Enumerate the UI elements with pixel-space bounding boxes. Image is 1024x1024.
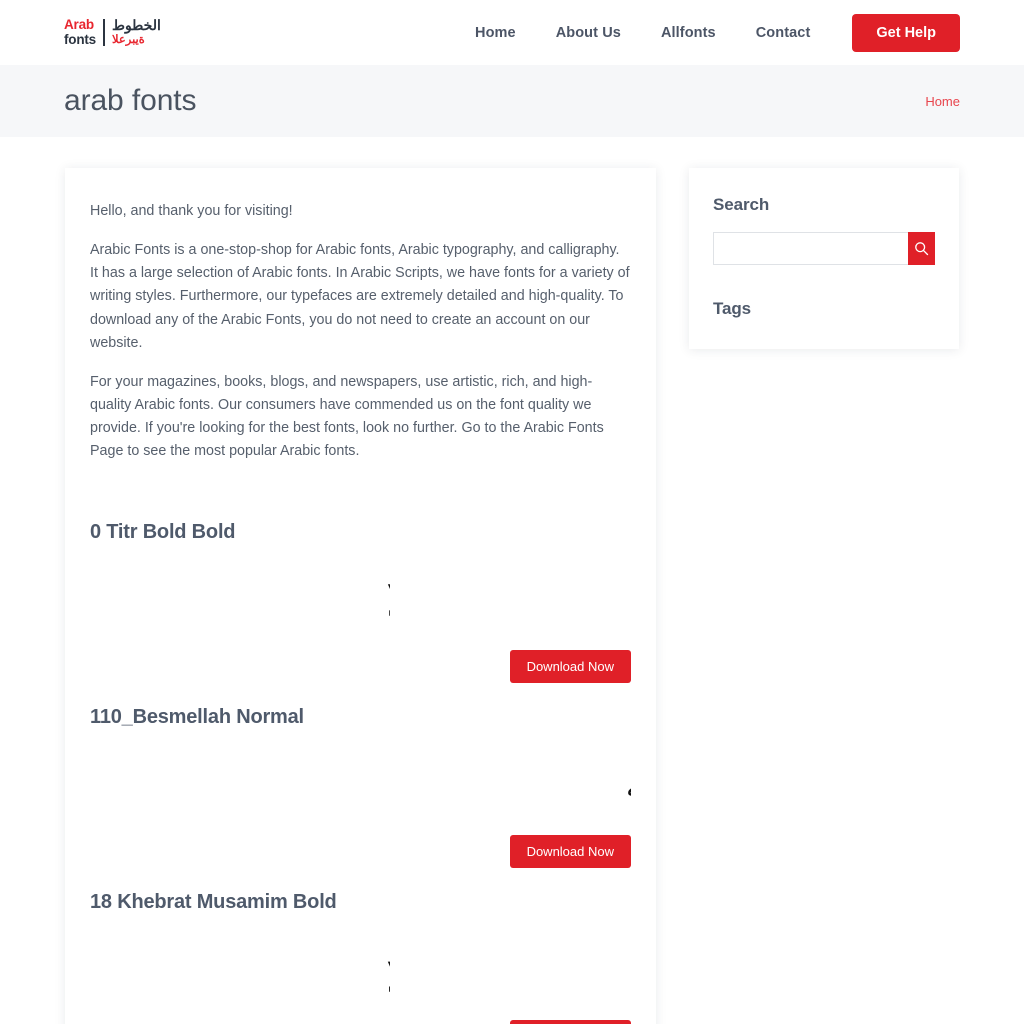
intro-paragraph-1: Arabic Fonts is a one-stop-shop for Arab… — [90, 242, 630, 351]
download-now-button[interactable]: Download Now — [509, 649, 631, 683]
logo-arab-word: Arab — [64, 16, 94, 32]
font-sample-text: أحب نفسك أولا — [386, 570, 390, 627]
font-entry: 0 Titr Bold Bold أحب نفسك أولا Download … — [90, 521, 631, 683]
font-entry: 110_Besmellah Normal بسم الله الرحمن الر… — [90, 706, 631, 868]
font-name: 110_Besmellah Normal — [90, 705, 304, 728]
sidebar-widget: Search Tags — [689, 168, 959, 349]
site-header: Arab fonts الخطوط ةيبرعلا Home About Us … — [0, 0, 1024, 65]
font-preview: أحب نفسك أولا — [90, 558, 631, 636]
font-preview: بسم الله الرحمن الرحيم محمد رسول الله عش… — [90, 743, 631, 821]
get-help-button[interactable]: Get Help — [852, 13, 960, 52]
nav-item-about-us[interactable]: About Us — [536, 25, 641, 41]
logo-latin-text: Arab fonts — [64, 16, 103, 47]
page-title-band: arab fonts Home — [0, 65, 1024, 137]
search-submit-button[interactable] — [908, 232, 935, 265]
font-sample-arabic-titr: أحب نفسك أولا — [386, 570, 390, 627]
main-content-card: Hello, and thank you for visiting! Arabi… — [65, 168, 656, 1024]
font-list: 0 Titr Bold Bold أحب نفسك أولا Download … — [90, 521, 631, 1024]
font-sample-text: بسم الله الرحمن الرحيم محمد رسول الله عش… — [626, 770, 631, 805]
breadcrumb-home[interactable]: Home — [925, 94, 960, 109]
font-entry: 18 Khebrat Musamim Bold أحب نفسك أولا Do… — [90, 891, 631, 1024]
search-widget-title: Search — [713, 195, 770, 214]
tags-widget-title: Tags — [713, 299, 752, 318]
font-name: 18 Khebrat Musamim Bold — [90, 890, 337, 913]
intro-paragraph-2: For your magazines, books, blogs, and ne… — [90, 373, 604, 460]
intro-greeting: Hello, and thank you for visiting! — [90, 203, 293, 219]
logo-arabic-text: الخطوط ةيبرعلا — [112, 18, 161, 46]
logo-arabic-bottom: ةيبرعلا — [112, 33, 145, 46]
font-sample-text: أحب نفسك أولا — [386, 948, 390, 1002]
logo-fonts-word: fonts — [64, 31, 96, 47]
download-now-button[interactable]: Download Now — [509, 834, 631, 868]
download-row: Download Now — [90, 834, 631, 868]
intro-section: Hello, and thank you for visiting! Arabi… — [90, 200, 631, 464]
font-sample-arabic-besmellah: بسم الله الرحمن الرحيم محمد رسول الله عش… — [626, 770, 631, 805]
download-row: Download Now — [90, 1019, 631, 1024]
search-form — [713, 232, 935, 265]
download-row: Download Now — [90, 649, 631, 683]
logo-arabic-top: الخطوط — [112, 17, 161, 34]
font-name: 0 Titr Bold Bold — [90, 520, 236, 543]
nav-item-allfonts[interactable]: Allfonts — [641, 25, 736, 41]
page-title: arab fonts — [64, 84, 197, 117]
font-preview: أحب نفسك أولا — [90, 928, 631, 1006]
search-icon — [915, 242, 929, 256]
nav-item-contact[interactable]: Contact — [736, 25, 831, 41]
download-now-button[interactable]: Download Now — [509, 1019, 631, 1024]
site-logo[interactable]: Arab fonts الخطوط ةيبرعلا — [64, 16, 161, 47]
sidebar: Search Tags — [689, 168, 959, 349]
main-navigation: Home About Us Allfonts Contact Get Help — [455, 13, 960, 52]
nav-item-home[interactable]: Home — [455, 25, 536, 41]
font-sample-arabic-khebrat: أحب نفسك أولا — [386, 948, 390, 1002]
logo-divider — [103, 19, 105, 46]
page-content-wrapper: Hello, and thank you for visiting! Arabi… — [0, 137, 1024, 1024]
search-input[interactable] — [713, 232, 908, 265]
